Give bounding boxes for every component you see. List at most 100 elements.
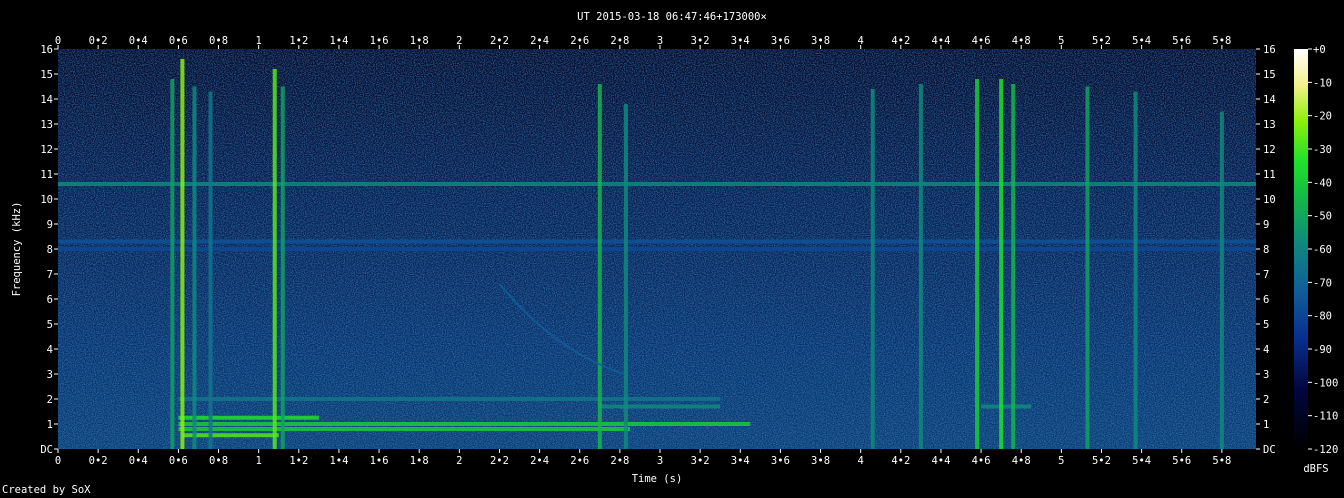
x-tick-top-label: 0•4 <box>129 35 148 47</box>
horizontal-line-5 <box>178 427 630 431</box>
horizontal-line-1 <box>58 239 1256 244</box>
y-tick-left-label: DC <box>40 444 53 456</box>
footer-credit: Created by SoX <box>2 484 91 496</box>
x-tick-top-label: 4•8 <box>1012 35 1031 47</box>
x-tick-bottom-label: 1 <box>256 455 262 467</box>
transient-8 <box>870 89 875 449</box>
x-tick-bottom-label: 4•4 <box>931 455 950 467</box>
transient-1 <box>180 59 185 449</box>
colorbar-tick-label: -90 <box>1313 344 1332 356</box>
transient-7 <box>623 104 628 449</box>
x-tick-bottom-label: 1•8 <box>410 455 429 467</box>
y-tick-left-label: 4 <box>47 344 53 356</box>
x-tick-bottom-label: 2 <box>456 455 462 467</box>
x-axis-bottom: 0 0•2 0•4 0•6 0•8 1 1•2 1•4 1•6 1•8 2 2•2 2•4 2•6 2•8 3… <box>55 449 1231 467</box>
y-tick-left-label: 10 <box>40 194 53 206</box>
x-tick-top-label: 3 <box>657 35 663 47</box>
x-tick-bottom-label: 5•6 <box>1172 455 1191 467</box>
x-tick-top-label: 1•4 <box>329 35 348 47</box>
x-tick-top-label: 5 <box>1058 35 1064 47</box>
transient-14 <box>1133 91 1138 449</box>
x-tick-top-label: 0 <box>55 35 61 47</box>
colorbar-tick-label: -120 <box>1313 444 1338 456</box>
y-tick-right-label: 1 <box>1263 419 1269 431</box>
x-tick-bottom-label: 2•6 <box>570 455 589 467</box>
y-tick-left-label: 16 <box>40 44 53 56</box>
transient-11 <box>999 79 1004 449</box>
y-tick-right-label: 10 <box>1263 194 1276 206</box>
y-tick-left-label: 1 <box>47 419 53 431</box>
x-tick-bottom-label: 0•8 <box>209 455 228 467</box>
chart-title: UT 2015-03-18 06:47:46+173000× <box>577 11 767 23</box>
colorbar-label: dBFS <box>1303 463 1328 475</box>
colorbar-tick-label: -60 <box>1313 244 1332 256</box>
y-tick-right-label: 2 <box>1263 394 1269 406</box>
y-tick-left-label: 6 <box>47 294 53 306</box>
x-tick-top-label: 2•4 <box>530 35 549 47</box>
y-tick-right-label: 13 <box>1263 119 1276 131</box>
colorbar-tick-label: -20 <box>1313 111 1332 123</box>
y-tick-left-label: 7 <box>47 269 53 281</box>
x-tick-top-label: 4•6 <box>972 35 991 47</box>
x-tick-bottom-label: 1•2 <box>289 455 308 467</box>
x-tick-top-label: 0•8 <box>209 35 228 47</box>
colorbar-ticks: +0 -10 -20 -30 -40 -50 -60 -70 -80 -90 -100 -110 -12… <box>1308 44 1338 456</box>
transient-10 <box>975 79 980 449</box>
y-tick-right-label: 8 <box>1263 244 1269 256</box>
y-tick-left-label: 15 <box>40 69 53 81</box>
x-tick-bottom-label: 0•6 <box>169 455 188 467</box>
y-tick-right-label: 14 <box>1263 94 1276 106</box>
y-tick-right-label: 7 <box>1263 269 1269 281</box>
horizontal-line-2 <box>58 247 1256 251</box>
x-tick-top-label: 2•6 <box>570 35 589 47</box>
y-axis-left: DC12345678910111213141516 <box>40 44 58 456</box>
horizontal-line-0 <box>58 182 1256 186</box>
x-tick-bottom-label: 3•8 <box>811 455 830 467</box>
transient-13 <box>1085 86 1090 449</box>
transient-2 <box>192 86 197 449</box>
x-tick-bottom-label: 2•8 <box>610 455 629 467</box>
colorbar-tick-label: -10 <box>1313 77 1332 89</box>
x-tick-top-label: 1•2 <box>289 35 308 47</box>
colorbar-tick-label: -40 <box>1313 177 1332 189</box>
horizontal-line-8 <box>599 404 721 409</box>
colorbar-tick-label: -50 <box>1313 211 1332 223</box>
x-tick-top-label: 0•6 <box>169 35 188 47</box>
y-axis-right: DC12345678910111213141516 <box>1256 44 1276 456</box>
x-axis-top: 0 0•2 0•4 0•6 0•8 1 1•2 1•4 1•6 1•8 2 2•2 2•4 2•6 2•8 3… <box>55 35 1231 49</box>
spectrogram-chart: UT 2015-03-18 06:47:46+173000× 0 0•2 0•4 0•… <box>11 11 1338 485</box>
x-tick-bottom-label: 3•4 <box>731 455 750 467</box>
colorbar-tick-label: -100 <box>1313 377 1338 389</box>
transient-0 <box>170 79 175 449</box>
x-tick-top-label: 3•2 <box>691 35 710 47</box>
transient-3 <box>208 91 213 449</box>
y-tick-left-label: 5 <box>47 319 53 331</box>
x-tick-bottom-label: 4 <box>858 455 864 467</box>
horizontal-line-9 <box>981 404 1032 409</box>
y-tick-right-label: DC <box>1263 444 1276 456</box>
horizontal-line-4 <box>178 422 751 426</box>
y-tick-right-label: 9 <box>1263 219 1269 231</box>
x-tick-top-label: 2 <box>456 35 462 47</box>
y-tick-left-label: 2 <box>47 394 53 406</box>
x-tick-top-label: 5•6 <box>1172 35 1191 47</box>
x-tick-bottom-label: 5•8 <box>1212 455 1231 467</box>
y-tick-right-label: 12 <box>1263 144 1276 156</box>
x-tick-bottom-label: 4•2 <box>891 455 910 467</box>
y-tick-left-label: 13 <box>40 119 53 131</box>
x-tick-top-label: 4•4 <box>931 35 950 47</box>
x-tick-bottom-label: 4•6 <box>972 455 991 467</box>
plot-area <box>58 49 1256 449</box>
x-tick-bottom-label: 1•6 <box>370 455 389 467</box>
x-tick-top-label: 4 <box>858 35 864 47</box>
y-tick-left-label: 11 <box>40 169 53 181</box>
x-tick-bottom-label: 3•2 <box>691 455 710 467</box>
horizontal-line-3 <box>178 415 319 420</box>
x-tick-bottom-label: 0•4 <box>129 455 148 467</box>
x-axis-label: Time (s) <box>632 473 683 485</box>
colorbar-tick-label: -80 <box>1313 311 1332 323</box>
x-tick-top-label: 3•4 <box>731 35 750 47</box>
y-tick-left-label: 3 <box>47 369 53 381</box>
y-tick-left-label: 12 <box>40 144 53 156</box>
x-tick-bottom-label: 0 <box>55 455 61 467</box>
